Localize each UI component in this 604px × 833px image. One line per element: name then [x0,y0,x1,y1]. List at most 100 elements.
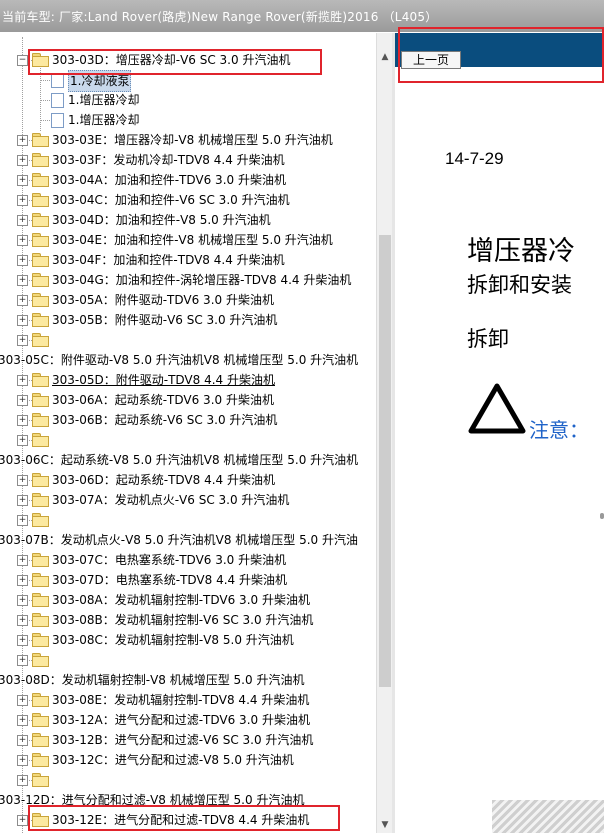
scroll-up-icon[interactable]: ▲ [377,49,393,65]
tree-node-label[interactable]: 303-04C：加油和控件-V6 SC 3.0 升汽油机 [52,190,290,210]
tree-node-label[interactable]: 303-04F：加油和控件-TDV8 4.4 升柴油机 [52,250,285,270]
expand-icon[interactable]: + [17,195,28,206]
expand-icon[interactable]: + [17,755,28,766]
tree-node[interactable]: + [0,510,376,530]
tree-node[interactable]: +303-05D：附件驱动-TDV8 4.4 升柴油机 [0,370,376,390]
tree-node[interactable]: +303-04G：加油和控件-涡轮增压器-TDV8 4.4 升柴油机 [0,270,376,290]
tree-node-label[interactable]: 303-04G：加油和控件-涡轮增压器-TDV8 4.4 升柴油机 [52,270,351,290]
tree-node-label[interactable]: 303-07A：发动机点火-V6 SC 3.0 升汽油机 [52,490,289,510]
expand-icon[interactable]: + [17,375,28,386]
expand-icon[interactable]: + [17,475,28,486]
expand-icon[interactable]: + [17,575,28,586]
collapse-icon[interactable]: − [17,55,28,66]
expand-icon[interactable]: + [17,635,28,646]
tree-node[interactable]: +303-08C：发动机辐射控制-V8 5.0 升汽油机 [0,630,376,650]
tree-node[interactable]: +303-04C：加油和控件-V6 SC 3.0 升汽油机 [0,190,376,210]
tree-node-label[interactable]: 303-07D：电热塞系统-TDV8 4.4 升柴油机 [52,570,287,590]
tree-node-label[interactable]: 303-08C：发动机辐射控制-V8 5.0 升汽油机 [52,630,294,650]
tree-node-label[interactable]: 303-06B：起动系统-V6 SC 3.0 升汽油机 [52,410,277,430]
tree-node-label[interactable]: 303-12A：进气分配和过滤-TDV6 3.0 升柴油机 [52,710,310,730]
tree-node[interactable]: +303-04D：加油和控件-V8 5.0 升汽油机 [0,210,376,230]
tree-wrapped-label[interactable]: 303-08D：发动机辐射控制-V8 机械增压型 5.0 升汽油机 [0,670,376,690]
tree-node[interactable]: +303-06B：起动系统-V6 SC 3.0 升汽油机 [0,410,376,430]
expand-icon[interactable]: + [17,815,28,826]
tree-node-label[interactable]: 303-07B：发动机点火-V8 5.0 升汽油机V8 机械增压型 5.0 升汽… [0,530,358,550]
tree-node[interactable]: +303-03E：增压器冷却-V8 机械增压型 5.0 升汽油机 [0,130,376,150]
tree-node[interactable]: +303-08B：发动机辐射控制-V6 SC 3.0 升汽油机 [0,610,376,630]
expand-icon[interactable]: + [17,255,28,266]
tree-node-label[interactable]: 303-04A：加油和控件-TDV6 3.0 升柴油机 [52,170,286,190]
tree-node[interactable]: +303-04A：加油和控件-TDV6 3.0 升柴油机 [0,170,376,190]
expand-icon[interactable]: + [17,415,28,426]
tree-node[interactable]: +303-07C：电热塞系统-TDV6 3.0 升柴油机 [0,550,376,570]
expand-icon[interactable]: + [17,775,28,786]
tree-node[interactable]: +303-12C：进气分配和过滤-V8 5.0 升汽油机 [0,750,376,770]
tree-node-label[interactable]: 303-06C：起动系统-V8 5.0 升汽油机V8 机械增压型 5.0 升汽油… [0,450,358,470]
tree-node[interactable]: +303-05A：附件驱动-TDV6 3.0 升柴油机 [0,290,376,310]
expand-icon[interactable]: + [17,175,28,186]
tree-node[interactable]: +303-06D：起动系统-TDV8 4.4 升柴油机 [0,470,376,490]
tree-node-label[interactable]: 303-08B：发动机辐射控制-V6 SC 3.0 升汽油机 [52,610,313,630]
tree-node[interactable]: +303-08A：发动机辐射控制-TDV6 3.0 升柴油机 [0,590,376,610]
tree-wrapped-label[interactable]: 303-06C：起动系统-V8 5.0 升汽油机V8 机械增压型 5.0 升汽油… [0,450,376,470]
expand-icon[interactable]: + [17,275,28,286]
expand-icon[interactable]: + [17,295,28,306]
tree-node-label[interactable]: 303-05A：附件驱动-TDV6 3.0 升柴油机 [52,290,274,310]
expand-icon[interactable]: + [17,495,28,506]
tree-node-label[interactable]: 303-08E：发动机辐射控制-TDV8 4.4 升柴油机 [52,690,309,710]
tree-node[interactable]: +303-04E：加油和控件-V8 机械增压型 5.0 升汽油机 [0,230,376,250]
tree-node-label[interactable]: 303-08A：发动机辐射控制-TDV6 3.0 升柴油机 [52,590,310,610]
vertical-scrollbar[interactable]: ▲ ▼ [376,33,393,833]
tree-node[interactable]: + [0,650,376,670]
expand-icon[interactable]: + [17,395,28,406]
tree-node[interactable]: + [0,330,376,350]
expand-icon[interactable]: + [17,335,28,346]
expand-icon[interactable]: + [17,735,28,746]
tree-node[interactable]: 1.增压器冷却 [0,110,376,130]
tree-node-label[interactable]: 303-12B：进气分配和过滤-V6 SC 3.0 升汽油机 [52,730,313,750]
tree-node-label[interactable]: 303-08D：发动机辐射控制-V8 机械增压型 5.0 升汽油机 [0,670,304,690]
expand-icon[interactable]: + [17,135,28,146]
tree-node-label[interactable]: 303-05B：附件驱动-V6 SC 3.0 升汽油机 [52,310,277,330]
tree-node-label[interactable]: 303-04E：加油和控件-V8 机械增压型 5.0 升汽油机 [52,230,333,250]
tree-node[interactable]: +303-06A：起动系统-TDV6 3.0 升柴油机 [0,390,376,410]
tree-node-label[interactable]: 303-06A：起动系统-TDV6 3.0 升柴油机 [52,390,274,410]
tree-leaf-label[interactable]: 1.增压器冷却 [68,110,139,130]
tree-node-label[interactable]: 303-12C：进气分配和过滤-V8 5.0 升汽油机 [52,750,294,770]
expand-icon[interactable]: + [17,555,28,566]
expand-icon[interactable]: + [17,435,28,446]
expand-icon[interactable]: + [17,215,28,226]
tree-wrapped-label[interactable]: 303-05C：附件驱动-V8 5.0 升汽油机V8 机械增压型 5.0 升汽油… [0,350,376,370]
expand-icon[interactable]: + [17,315,28,326]
tree-node[interactable]: + [0,430,376,450]
tree-node-label[interactable]: 303-05D：附件驱动-TDV8 4.4 升柴油机 [52,370,275,390]
tree-node[interactable]: +303-05B：附件驱动-V6 SC 3.0 升汽油机 [0,310,376,330]
expand-icon[interactable]: + [17,155,28,166]
tree-node[interactable]: +303-03F：发动机冷却-TDV8 4.4 升柴油机 [0,150,376,170]
tree-node-label[interactable]: 303-03F：发动机冷却-TDV8 4.4 升柴油机 [52,150,285,170]
expand-icon[interactable]: + [17,615,28,626]
tree-node[interactable]: +303-07D：电热塞系统-TDV8 4.4 升柴油机 [0,570,376,590]
tree-node-label[interactable]: 303-07C：电热塞系统-TDV6 3.0 升柴油机 [52,550,286,570]
expand-icon[interactable]: + [17,695,28,706]
tree-node-label[interactable]: 303-06D：起动系统-TDV8 4.4 升柴油机 [52,470,275,490]
tree-view[interactable]: −303-03D：增压器冷却-V6 SC 3.0 升汽油机 1.冷却液泵 1.增压器… [0,33,376,833]
tree-node[interactable]: +303-07A：发动机点火-V6 SC 3.0 升汽油机 [0,490,376,510]
tree-node[interactable]: +303-08E：发动机辐射控制-TDV8 4.4 升柴油机 [0,690,376,710]
expand-icon[interactable]: + [17,235,28,246]
tree-node-label[interactable]: 303-05C：附件驱动-V8 5.0 升汽油机V8 机械增压型 5.0 升汽油… [0,350,358,370]
tree-node-label[interactable]: 303-04D：加油和控件-V8 5.0 升汽油机 [52,210,271,230]
expand-icon[interactable]: + [17,595,28,606]
tree-node-label[interactable]: 303-03E：增压器冷却-V8 机械增压型 5.0 升汽油机 [52,130,333,150]
tree-leaf-label[interactable]: 1.增压器冷却 [68,90,139,110]
tree-node[interactable]: 1.增压器冷却 [0,90,376,110]
tree-wrapped-label[interactable]: 303-07B：发动机点火-V8 5.0 升汽油机V8 机械增压型 5.0 升汽… [0,530,376,550]
scroll-down-icon[interactable]: ▼ [377,817,393,833]
expand-icon[interactable]: + [17,515,28,526]
expand-icon[interactable]: + [17,715,28,726]
expand-icon[interactable]: + [17,655,28,666]
tree-node[interactable]: +303-12B：进气分配和过滤-V6 SC 3.0 升汽油机 [0,730,376,750]
scroll-thumb[interactable] [379,235,391,687]
tree-node[interactable]: + [0,770,376,790]
tree-node[interactable]: +303-12A：进气分配和过滤-TDV6 3.0 升柴油机 [0,710,376,730]
